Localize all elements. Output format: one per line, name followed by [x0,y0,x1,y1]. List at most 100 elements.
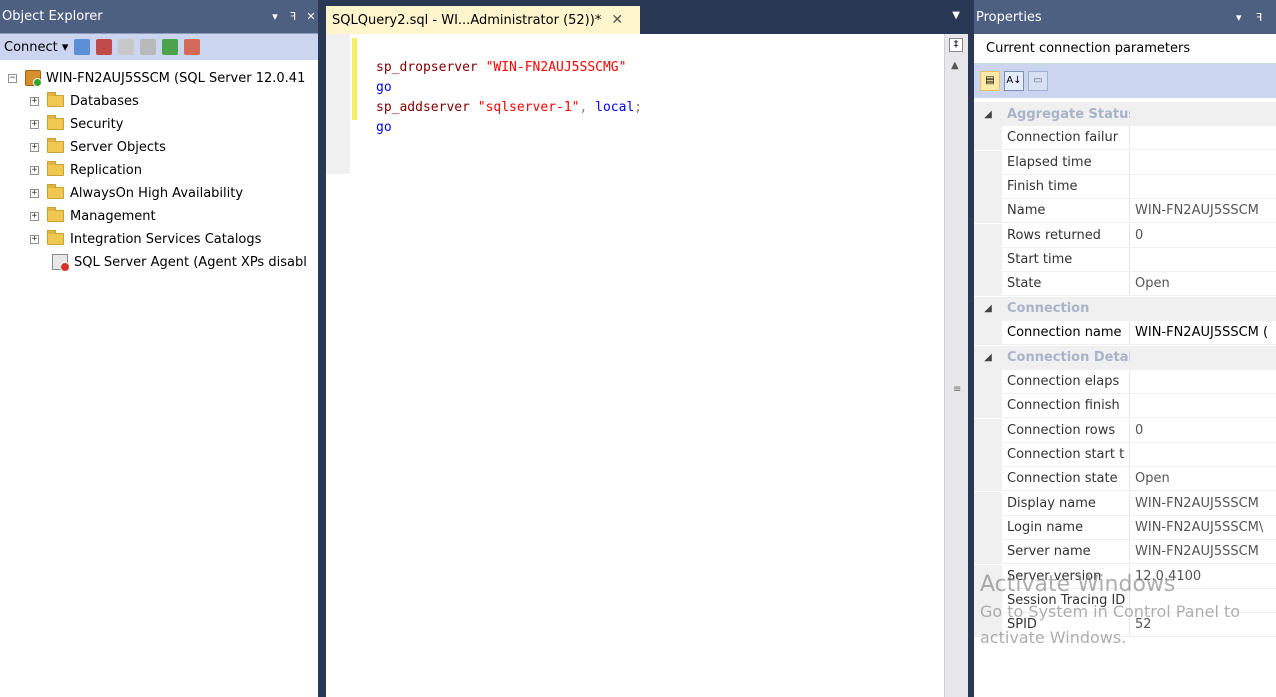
folder-icon [47,184,64,199]
expand-icon[interactable]: + [30,142,39,152]
alphabetical-icon[interactable]: A↓ [1004,71,1024,91]
property-gutter [974,223,1002,248]
tree-node-sql-agent[interactable]: SQL Server Agent (Agent XPs disabl [52,252,307,272]
editor-margin [326,34,350,174]
auto-hide-icon[interactable]: ꟻ [1256,11,1270,24]
property-name: Connection start t [1002,442,1130,467]
property-row[interactable]: Start time [974,248,1276,273]
collapse-category-icon[interactable]: ◢ [974,102,1002,126]
property-row[interactable]: Connection rows 0 [974,418,1276,443]
connect-server-icon[interactable] [74,39,91,55]
tree-node-management[interactable]: + Management [30,206,156,226]
collapse-icon[interactable]: − [8,73,17,83]
object-explorer-title: Object Explorer [2,9,103,24]
property-value: Open [1130,272,1276,297]
tree-node-integration-services[interactable]: + Integration Services Catalogs [30,229,261,249]
property-category[interactable]: ◢ Connection [974,296,1276,321]
refresh-icon[interactable] [162,39,179,55]
tree-node-databases[interactable]: + Databases [30,91,139,111]
scroll-up-icon[interactable]: ▲ [951,60,959,71]
tree-node-alwayson[interactable]: + AlwaysOn High Availability [30,183,243,203]
property-pages-icon[interactable]: ▭ [1028,71,1048,91]
expand-icon[interactable]: + [30,119,39,129]
editor-tabstrip: SQLQuery2.sql - WI...Administrator (52))… [326,0,968,34]
property-value: 0 [1130,224,1276,248]
property-row[interactable]: Finish time [974,175,1276,200]
expand-icon[interactable]: + [30,96,39,106]
tree-node-label: SQL Server Agent (Agent XPs disabl [74,254,307,270]
split-icon[interactable]: ‡ [949,38,963,52]
property-row[interactable]: SPID 52 [974,613,1276,638]
property-row[interactable]: Name WIN-FN2AUJ5SSCM [974,199,1276,224]
properties-header: Properties ▾ ꟻ [974,0,1276,34]
expand-icon[interactable]: + [30,165,39,175]
property-category[interactable]: ◢ Aggregate Status [974,102,1276,126]
tree-node-label: Databases [70,93,139,109]
object-explorer-panel: Object Explorer ▾ ꟻ ✕ Connect ▾ − WIN-FN… [0,0,318,697]
connect-button[interactable]: Connect ▾ [4,40,68,55]
property-row[interactable]: Elapsed time [974,150,1276,175]
property-row[interactable]: Rows returned 0 [974,223,1276,248]
tree-node-label: Security [70,116,124,132]
code-text[interactable]: sp_dropserver "WIN-FN2AUJ5SSCMG" go sp_add… [376,38,642,178]
property-gutter [974,467,1002,492]
tree-node-server[interactable]: − WIN-FN2AUJ5SSCM (SQL Server 12.0.41 [8,68,305,88]
auto-hide-icon[interactable]: ꟻ [286,10,300,23]
properties-subject[interactable]: Current connection parameters [974,34,1276,64]
tree-node-label: AlwaysOn High Availability [70,185,244,201]
disconnect-icon[interactable] [96,39,113,55]
filter-icon[interactable] [140,39,157,55]
property-value [1130,151,1276,175]
code-editor[interactable]: sp_dropserver "WIN-FN2AUJ5SSCMG" go sp_add… [326,34,944,697]
scroll-thumb[interactable]: ≡ [953,384,961,395]
property-row[interactable]: Connection start t [974,442,1276,467]
property-row[interactable]: Login name WIN-FN2AUJ5SSCM\ [974,515,1276,540]
expand-icon[interactable]: + [30,211,39,221]
object-explorer-toolbar: Connect ▾ [0,34,318,60]
tree-node-replication[interactable]: + Replication [30,160,142,180]
property-row[interactable]: Connection finish [974,394,1276,419]
property-name: Elapsed time [1002,150,1130,175]
activity-monitor-icon[interactable] [184,39,201,55]
property-name: SPID [1002,613,1130,638]
property-value: WIN-FN2AUJ5SSCM\ [1130,516,1276,540]
pin-icon[interactable]: ▾ [1236,11,1250,24]
tree-node-security[interactable]: + Security [30,114,123,134]
property-name: Rows returned [1002,223,1130,248]
collapse-category-icon[interactable]: ◢ [974,296,1002,321]
tab-list-dropdown-icon[interactable]: ▼ [952,10,960,21]
folder-icon [47,115,64,130]
close-tab-icon[interactable]: ✕ [611,12,623,28]
editor-vertical-scrollbar[interactable]: ‡ ▲ ≡ [944,34,968,697]
property-row[interactable]: Connection name WIN-FN2AUJ5SSCM ( [974,321,1276,346]
property-gutter [974,564,1002,589]
pin-icon[interactable]: ▾ [268,10,282,23]
property-row[interactable]: Connection state Open [974,467,1276,492]
expand-icon[interactable]: + [30,188,39,198]
sql-agent-icon [52,254,70,272]
close-icon[interactable]: ✕ [304,10,318,23]
code-line: sp_dropserver "WIN-FN2AUJ5SSCMG" [376,60,627,75]
stop-icon[interactable] [118,39,135,55]
tab-sqlquery2[interactable]: SQLQuery2.sql - WI...Administrator (52))… [326,6,640,34]
tree-node-server-objects[interactable]: + Server Objects [30,137,166,157]
property-gutter [974,394,1002,419]
property-gutter [974,321,1002,346]
property-name: Connection state [1002,467,1130,492]
code-line: go [376,120,392,135]
expand-icon[interactable]: + [30,234,39,244]
property-category[interactable]: ◢Connection Details [974,345,1276,370]
collapse-category-icon[interactable]: ◢ [974,345,1002,370]
property-row[interactable]: Connection failur [974,126,1276,151]
property-gutter [974,613,1002,638]
property-row[interactable]: Server version 12.0.4100 [974,564,1276,589]
object-explorer-tree: − WIN-FN2AUJ5SSCM (SQL Server 12.0.41 + … [0,64,318,697]
property-row[interactable]: Server name WIN-FN2AUJ5SSCM [974,540,1276,565]
property-row[interactable]: Connection elaps [974,369,1276,394]
property-row[interactable]: Display name WIN-FN2AUJ5SSCM [974,491,1276,516]
categorized-icon[interactable]: ▤ [980,71,1000,91]
property-category-label: Aggregate Status [1002,102,1130,126]
property-row[interactable]: Session Tracing ID [974,589,1276,613]
property-row[interactable]: State Open [974,272,1276,297]
property-category-label: Connection [1002,296,1130,321]
